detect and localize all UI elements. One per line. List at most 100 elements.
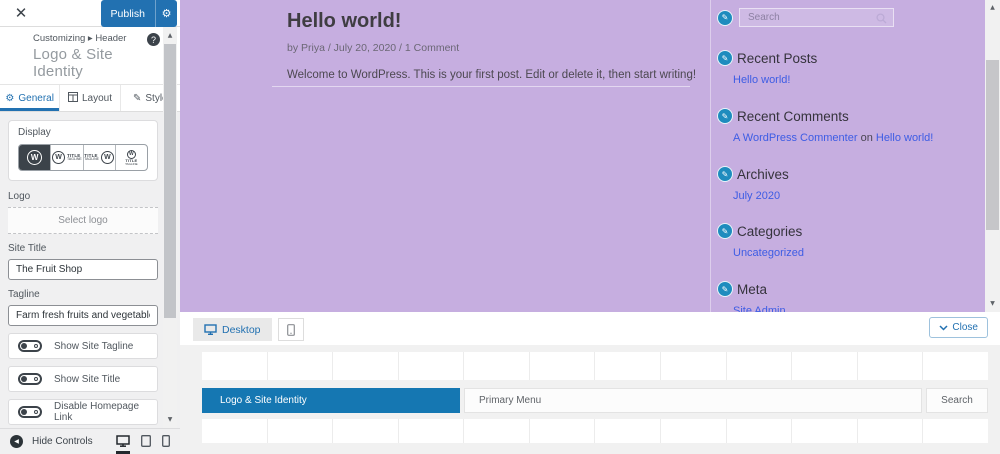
tagline-glyph-text: TAGLINE	[125, 161, 138, 166]
close-builder-button[interactable]: Close	[929, 317, 988, 338]
chevron-down-icon	[939, 324, 948, 331]
builder-slot-primary-menu[interactable]: Primary Menu	[464, 388, 922, 413]
preview-mobile-button[interactable]	[162, 429, 170, 454]
publish-settings-gear-icon[interactable]: ⚙	[155, 0, 177, 27]
builder-slot-logo-site-identity[interactable]: Logo & Site Identity	[202, 388, 460, 413]
desktop-preview-tab[interactable]: Desktop	[193, 318, 272, 341]
edit-widget-icon[interactable]: ✎	[717, 281, 733, 297]
toggle-label: Show Site Title	[54, 373, 121, 385]
collapse-sidebar-icon[interactable]: ◀	[10, 435, 23, 448]
panel-header: Customizing ▸ Header ? Logo & Site Ident…	[0, 27, 180, 85]
pencil-icon: ✎	[133, 92, 142, 104]
close-label: Close	[952, 322, 978, 333]
edit-search-widget-icon[interactable]: ✎	[717, 9, 733, 26]
tab-layout[interactable]: Layout	[60, 85, 121, 111]
mobile-preview-tab[interactable]	[277, 318, 304, 341]
commented-post-link[interactable]: Hello world!	[876, 132, 933, 144]
close-customizer-icon[interactable]: ✕	[8, 0, 34, 26]
search-icon	[876, 13, 887, 24]
builder-top-row[interactable]	[202, 352, 988, 380]
customizer-sidebar: ✕ Publish ⚙ Customizing ▸ Header ? Logo …	[0, 0, 180, 454]
post-meta: by Priya / July 20, 2020 / 1 Comment	[287, 42, 460, 54]
search-placeholder: Search	[748, 12, 780, 23]
edit-widget-icon[interactable]: ✎	[717, 108, 733, 124]
publish-button[interactable]: Publish	[101, 0, 155, 27]
builder-bottom-row[interactable]	[202, 419, 988, 443]
edit-widget-icon[interactable]: ✎	[717, 166, 733, 182]
site-title-input[interactable]	[8, 259, 158, 280]
panel-tabs: ⚙ General Layout ✎ Style	[0, 85, 180, 112]
panel-content: Display W W TITLE TAGLINE TITLE TAGLINE W …	[0, 112, 180, 454]
gear-icon: ⚙	[5, 92, 15, 104]
builder-main-row: Logo & Site Identity Primary Menu Search	[202, 388, 988, 413]
meta-widget: ✎ Meta Site Admin	[717, 281, 977, 312]
commenter-link[interactable]: A WordPress Commenter	[733, 132, 858, 144]
preview-desktop-button[interactable]	[116, 429, 130, 454]
tab-general[interactable]: ⚙ General	[0, 85, 61, 111]
edit-widget-icon[interactable]: ✎	[717, 50, 733, 66]
header-builder: Logo & Site Identity Primary Menu Search	[180, 345, 1000, 454]
builder-slot-search[interactable]: Search	[926, 388, 988, 413]
archive-link[interactable]: July 2020	[733, 190, 780, 202]
post-title: Hello world!	[287, 10, 402, 32]
scrollbar-thumb[interactable]	[164, 44, 176, 318]
customizer-topbar: ✕ Publish ⚙	[0, 0, 180, 27]
widget-title: Archives	[737, 166, 789, 182]
layout-icon	[67, 91, 78, 105]
phone-icon	[286, 323, 295, 336]
recent-post-link[interactable]: Hello world!	[733, 74, 790, 86]
preview-scrollbar[interactable]: ▲ ▼	[985, 0, 1000, 312]
show-site-tagline-toggle[interactable]: Show Site Tagline	[8, 333, 158, 359]
show-site-title-toggle[interactable]: Show Site Title	[8, 366, 158, 392]
wordpress-customizer: ✕ Publish ⚙ Customizing ▸ Header ? Logo …	[0, 0, 1000, 454]
recent-posts-widget: ✎ Recent Posts Hello world!	[717, 50, 977, 86]
site-admin-link[interactable]: Site Admin	[733, 305, 786, 312]
post-divider	[272, 86, 690, 87]
widget-title: Categories	[737, 223, 803, 239]
toggle-switch-icon	[18, 406, 42, 418]
display-option-text-logo[interactable]: TITLE TAGLINE W	[82, 145, 115, 170]
sidebar-scrollbar[interactable]: ▲ ▼	[163, 27, 177, 428]
wordpress-logo-icon: W	[27, 150, 43, 165]
toggle-label: Show Site Tagline	[54, 340, 134, 352]
tagline-glyph-text: TAGLINE	[67, 157, 82, 161]
monitor-icon	[204, 324, 217, 335]
tagline-input[interactable]	[8, 305, 158, 326]
post-article: Hello world! by Priya / July 20, 2020 / …	[287, 10, 707, 81]
search-widget: ✎ Search	[717, 8, 894, 27]
breadcrumb: Customizing ▸ Header	[33, 33, 127, 44]
disable-homepage-link-toggle[interactable]: Disable Homepage Link	[8, 399, 158, 425]
site-title-label: Site Title	[8, 243, 47, 254]
toggle-label: Disable Homepage Link	[54, 401, 140, 423]
edit-widget-icon[interactable]: ✎	[717, 223, 733, 239]
widget-title: Meta	[737, 281, 768, 297]
toggle-switch-icon	[18, 373, 42, 385]
scroll-down-icon[interactable]: ▼	[163, 413, 177, 426]
select-logo-button[interactable]: Select logo	[8, 207, 158, 234]
sidebar-footer: ◀ Hide Controls	[0, 428, 180, 454]
scroll-up-icon[interactable]: ▲	[163, 29, 177, 42]
scrollbar-thumb[interactable]	[986, 60, 999, 230]
archives-widget: ✎ Archives July 2020	[717, 166, 977, 202]
help-icon[interactable]: ?	[147, 33, 160, 46]
display-option-logo-only[interactable]: W	[19, 145, 51, 170]
widget-title: Recent Comments	[737, 108, 849, 124]
display-option-logo-text[interactable]: W TITLE TAGLINE	[50, 145, 82, 170]
preview-tablet-button[interactable]	[141, 429, 151, 454]
wordpress-logo-icon: W	[100, 151, 114, 164]
scroll-down-icon[interactable]: ▼	[985, 297, 1000, 310]
widget-title: Recent Posts	[737, 50, 818, 66]
category-link[interactable]: Uncategorized	[733, 247, 804, 259]
page-title: Logo & Site Identity	[33, 46, 113, 80]
toggle-switch-icon	[18, 340, 42, 352]
display-label: Display	[18, 127, 51, 138]
publish-button-group: Publish ⚙	[100, 0, 177, 27]
hide-controls-label[interactable]: Hide Controls	[32, 436, 93, 447]
scroll-up-icon[interactable]: ▲	[985, 1, 1000, 14]
content-sidebar-divider	[710, 0, 711, 312]
device-preview-strip: Desktop Close	[180, 312, 1000, 345]
display-option-logo-above-text[interactable]: W TITLE TAGLINE	[114, 145, 147, 170]
post-body: Welcome to WordPress. This is your first…	[287, 69, 697, 81]
search-input[interactable]: Search	[739, 8, 894, 27]
tagline-glyph-text: TAGLINE	[84, 157, 99, 161]
